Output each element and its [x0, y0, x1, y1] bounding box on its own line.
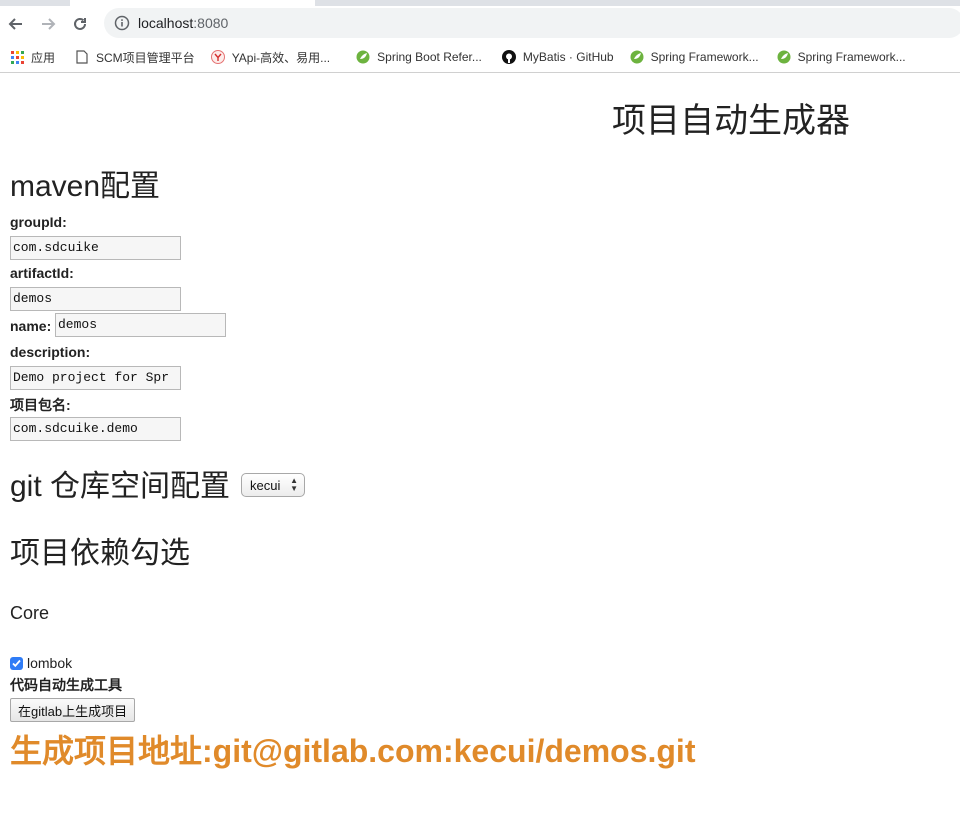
package-label: 项目包名:	[10, 397, 71, 413]
page-title: 项目自动生成器	[612, 102, 850, 140]
artifact-id-label: artifactId:	[10, 265, 74, 281]
back-arrow-icon	[8, 18, 22, 30]
browser-toolbar: localhost:8080	[0, 6, 960, 42]
git-heading: git 仓库空间配置	[10, 470, 231, 503]
url-text: localhost:8080	[138, 15, 228, 31]
git-namespace-select[interactable]: kecui ▲ ▼	[241, 473, 305, 497]
description-label: description:	[10, 344, 91, 360]
back-button[interactable]	[4, 12, 28, 36]
bookmark-spring-framework-1[interactable]: Spring Framework...	[630, 50, 759, 64]
maven-heading: maven配置	[10, 170, 161, 203]
bookmark-mybatis[interactable]: MyBatis · GitHub	[501, 50, 614, 64]
result-address: 生成项目地址:git@gitlab.com:kecui/demos.git	[10, 733, 696, 769]
yapi-icon	[210, 50, 225, 64]
dependencies-heading: 项目依赖勾选	[10, 537, 190, 570]
forward-button[interactable]	[36, 12, 60, 36]
bookmark-label: Spring Framework...	[650, 50, 759, 64]
bookmarks-bar: 应用 SCM项目管理平台 YApi-高效、易用... Spring Boot R…	[0, 42, 960, 73]
select-arrows-icon: ▲ ▼	[290, 476, 298, 493]
apps-grid-icon	[10, 50, 24, 64]
address-bar[interactable]: localhost:8080	[104, 8, 960, 38]
bookmark-scm[interactable]: SCM项目管理平台	[75, 49, 195, 66]
description-input[interactable]: Demo project for Spr	[10, 366, 181, 390]
bookmark-yapi[interactable]: YApi-高效、易用...	[210, 49, 331, 66]
github-icon	[501, 50, 516, 64]
spring-icon	[356, 50, 370, 64]
reload-icon	[74, 17, 86, 30]
bookmark-label: MyBatis · GitHub	[522, 50, 614, 64]
core-heading: Core	[10, 603, 50, 623]
artifact-id-input[interactable]: demos	[10, 287, 181, 311]
page-content: 项目自动生成器 maven配置 groupId: com.sdcuike art…	[0, 73, 960, 828]
group-id-input[interactable]: com.sdcuike	[10, 236, 181, 260]
bookmark-label: Spring Framework...	[797, 50, 906, 64]
checkmark-icon	[12, 659, 21, 668]
forward-arrow-icon	[42, 18, 56, 30]
bookmark-label: 应用	[31, 50, 56, 65]
info-icon[interactable]	[114, 15, 130, 31]
select-value: kecui	[250, 477, 281, 493]
lombok-checkbox[interactable]	[10, 657, 23, 670]
package-input[interactable]: com.sdcuike.demo	[10, 417, 181, 441]
spring-icon	[777, 50, 791, 64]
name-input[interactable]: demos	[55, 313, 226, 337]
bookmark-spring-boot[interactable]: Spring Boot Refer...	[356, 50, 482, 64]
name-label: name:	[10, 318, 52, 334]
page-icon	[75, 50, 89, 64]
lombok-label: lombok	[27, 655, 73, 671]
bookmark-label: YApi-高效、易用...	[231, 50, 331, 65]
tool-label: 代码自动生成工具	[10, 677, 122, 693]
spring-icon	[630, 50, 644, 64]
bookmark-label: Spring Boot Refer...	[377, 50, 482, 64]
reload-button[interactable]	[68, 12, 92, 36]
bookmark-label: SCM项目管理平台	[96, 50, 195, 65]
generate-on-gitlab-button[interactable]: 在gitlab上生成项目	[10, 698, 136, 722]
bookmark-apps[interactable]: 应用	[10, 49, 55, 66]
url-port: :8080	[193, 15, 229, 31]
url-host: localhost	[138, 15, 194, 31]
bookmark-spring-framework-2[interactable]: Spring Framework...	[777, 50, 906, 64]
group-id-label: groupId:	[10, 214, 67, 230]
